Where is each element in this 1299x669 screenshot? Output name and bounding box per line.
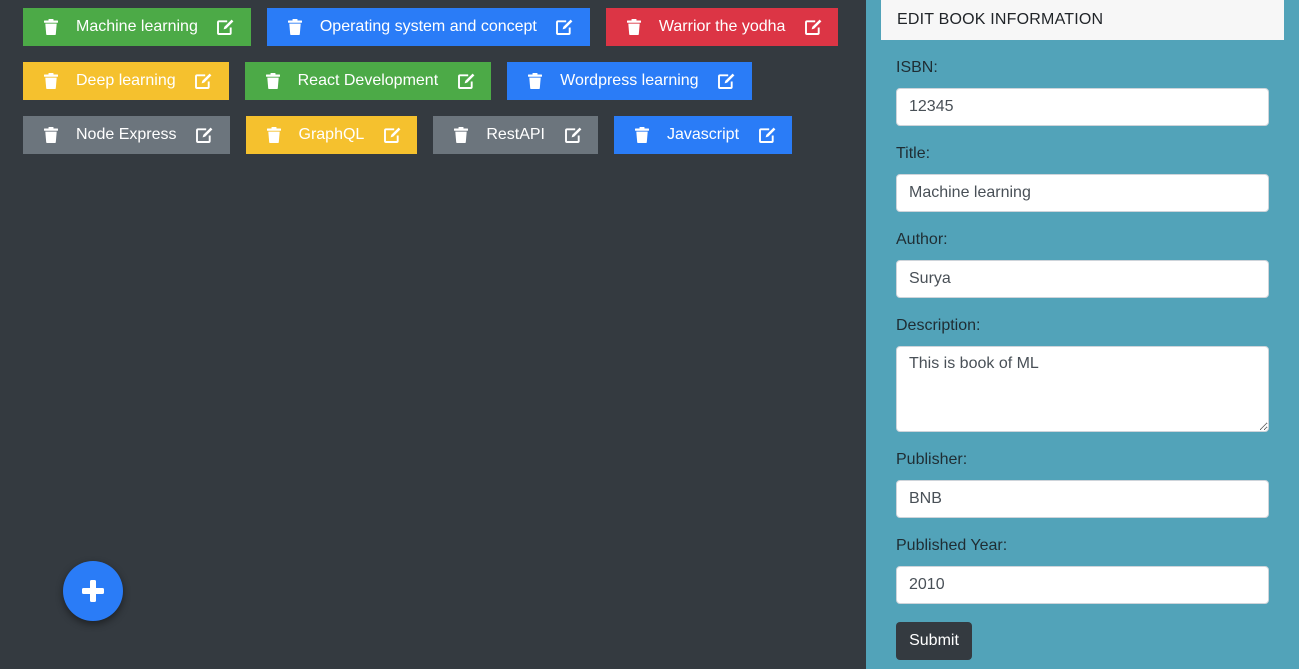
book-row: Node Express GraphQL RestAPI Javascript bbox=[23, 116, 853, 154]
edit-book-panel: EDIT BOOK INFORMATION ISBN: Title: Autho… bbox=[866, 0, 1299, 669]
add-book-button[interactable] bbox=[63, 561, 123, 621]
book-item-warrior-the-yodha[interactable]: Warrior the yodha bbox=[605, 8, 839, 46]
edit-icon[interactable] bbox=[556, 18, 574, 36]
title-label: Title: bbox=[896, 145, 931, 162]
trash-icon[interactable] bbox=[266, 126, 282, 144]
edit-icon[interactable] bbox=[195, 72, 213, 90]
description-label: Description: bbox=[896, 317, 981, 334]
edit-icon[interactable] bbox=[217, 18, 235, 36]
book-title: GraphQL bbox=[298, 126, 365, 143]
trash-icon[interactable] bbox=[265, 72, 281, 90]
title-input[interactable] bbox=[896, 174, 1269, 212]
trash-icon[interactable] bbox=[527, 72, 543, 90]
trash-icon[interactable] bbox=[43, 126, 59, 144]
book-list: Machine learning Operating system and co… bbox=[23, 8, 853, 170]
book-item-operating-system[interactable]: Operating system and concept bbox=[266, 8, 590, 46]
edit-icon[interactable] bbox=[804, 18, 822, 36]
book-list-panel: Machine learning Operating system and co… bbox=[0, 0, 866, 669]
book-row: Deep learning React Development Wordpres… bbox=[23, 62, 853, 100]
edit-book-form: ISBN: Title: Author: Description: This i… bbox=[896, 58, 1269, 660]
book-item-deep-learning[interactable]: Deep learning bbox=[23, 62, 229, 100]
book-title: React Development bbox=[297, 72, 439, 89]
book-title: Node Express bbox=[76, 126, 177, 143]
trash-icon[interactable] bbox=[43, 72, 59, 90]
edit-icon[interactable] bbox=[383, 126, 401, 144]
edit-icon[interactable] bbox=[196, 126, 214, 144]
trash-icon[interactable] bbox=[43, 18, 59, 36]
book-title: Warrior the yodha bbox=[658, 18, 786, 35]
book-item-node-express[interactable]: Node Express bbox=[23, 116, 230, 154]
trash-icon[interactable] bbox=[287, 18, 303, 36]
book-title: Machine learning bbox=[76, 18, 198, 35]
book-title: Operating system and concept bbox=[319, 18, 537, 35]
book-item-graphql[interactable]: GraphQL bbox=[245, 116, 418, 154]
publisher-input[interactable] bbox=[896, 480, 1269, 518]
trash-icon[interactable] bbox=[634, 126, 650, 144]
trash-icon[interactable] bbox=[453, 126, 469, 144]
book-title: Javascript bbox=[667, 126, 740, 143]
edit-icon[interactable] bbox=[718, 72, 736, 90]
description-textarea[interactable]: This is book of ML bbox=[896, 346, 1269, 432]
plus-icon bbox=[82, 580, 104, 602]
book-title: RestAPI bbox=[486, 126, 545, 143]
isbn-label: ISBN: bbox=[896, 59, 938, 76]
author-label: Author: bbox=[896, 231, 948, 248]
book-title: Deep learning bbox=[76, 72, 176, 89]
trash-icon[interactable] bbox=[626, 18, 642, 36]
edit-icon[interactable] bbox=[564, 126, 582, 144]
book-item-wordpress-learning[interactable]: Wordpress learning bbox=[507, 62, 752, 100]
book-item-machine-learning[interactable]: Machine learning bbox=[23, 8, 251, 46]
panel-title: EDIT BOOK INFORMATION bbox=[881, 0, 1284, 40]
edit-icon[interactable] bbox=[758, 126, 776, 144]
book-item-javascript[interactable]: Javascript bbox=[614, 116, 793, 154]
published-year-input[interactable] bbox=[896, 566, 1269, 604]
published-year-label: Published Year: bbox=[896, 537, 1008, 554]
author-input[interactable] bbox=[896, 260, 1269, 298]
publisher-label: Publisher: bbox=[896, 451, 968, 468]
edit-icon[interactable] bbox=[457, 72, 475, 90]
book-title: Wordpress learning bbox=[560, 72, 699, 89]
submit-button[interactable]: Submit bbox=[896, 622, 972, 660]
book-item-react-development[interactable]: React Development bbox=[244, 62, 492, 100]
book-item-restapi[interactable]: RestAPI bbox=[433, 116, 598, 154]
book-row: Machine learning Operating system and co… bbox=[23, 8, 853, 46]
isbn-input[interactable] bbox=[896, 88, 1269, 126]
